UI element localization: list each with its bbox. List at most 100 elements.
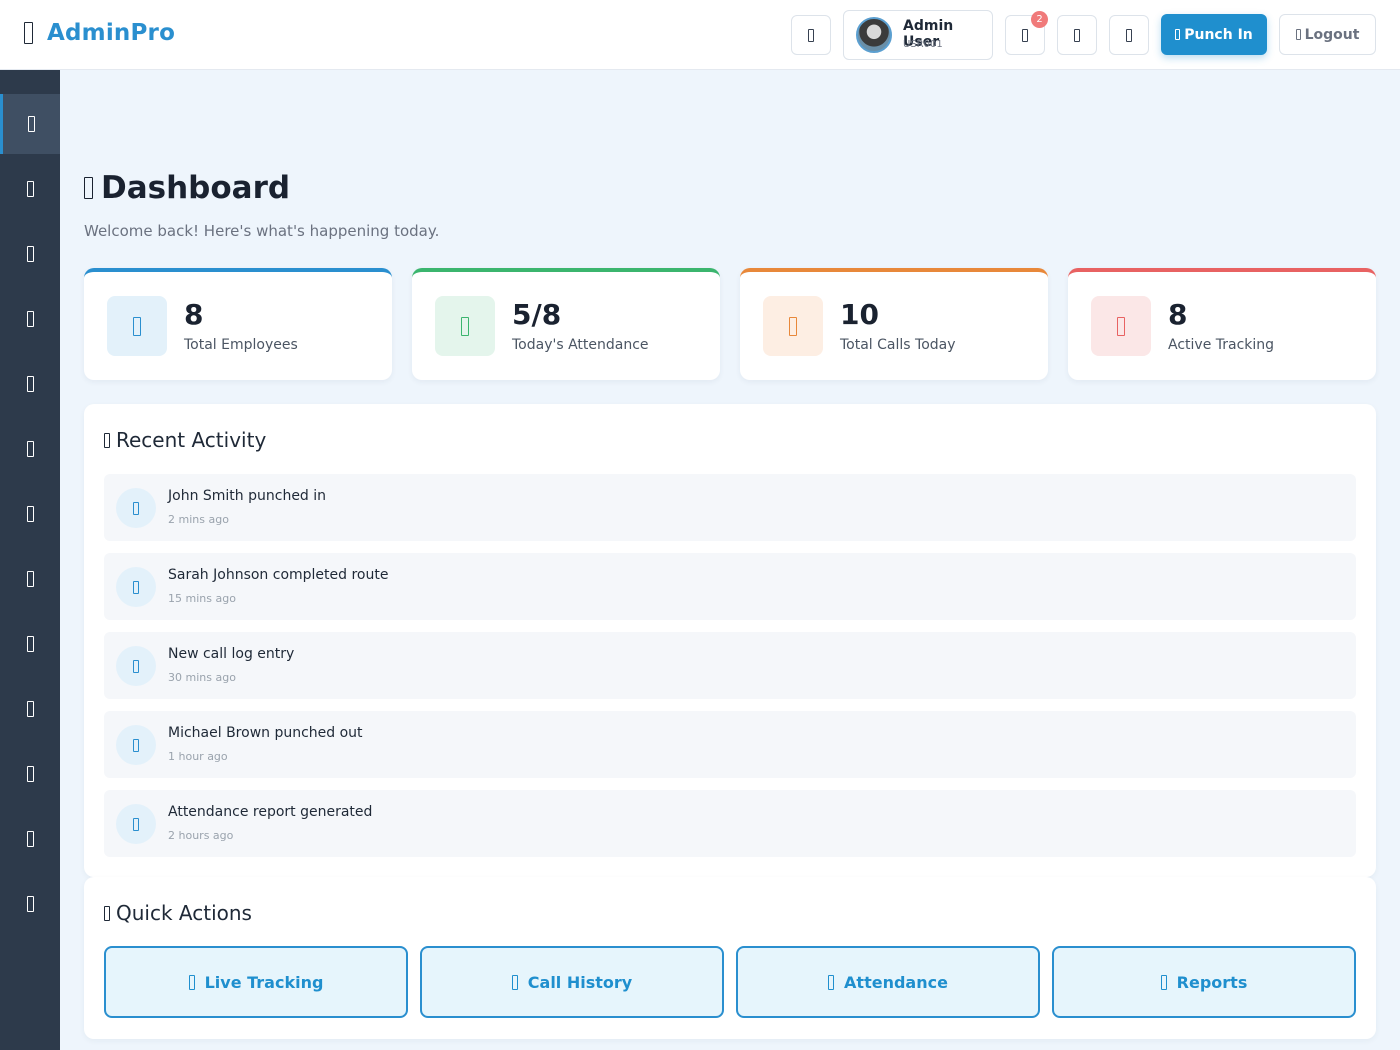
activity-time: 30 mins ago bbox=[168, 671, 236, 684]
dashboard-icon bbox=[28, 116, 35, 132]
stat-card-active-tracking[interactable]: 8 Active Tracking bbox=[1068, 268, 1376, 380]
logout-icon bbox=[1295, 29, 1301, 40]
activity-time: 2 hours ago bbox=[168, 829, 234, 842]
activity-icon bbox=[116, 804, 156, 844]
sidebar-item-settings[interactable] bbox=[0, 744, 60, 804]
recent-activity-title: Recent Activity bbox=[104, 428, 266, 452]
settings-icon bbox=[1126, 28, 1132, 42]
location-icon bbox=[1091, 296, 1151, 356]
phone-icon bbox=[511, 974, 518, 990]
help-icon bbox=[26, 896, 34, 912]
activity-icon bbox=[116, 488, 156, 528]
stat-value: 8 bbox=[1168, 298, 1188, 331]
settings-button[interactable] bbox=[1109, 15, 1149, 55]
phone-icon bbox=[763, 296, 823, 356]
phone-icon bbox=[26, 311, 34, 327]
sidebar-item-calendar[interactable] bbox=[0, 484, 60, 544]
activity-icon bbox=[116, 725, 156, 765]
punch-in-label: Punch In bbox=[1184, 26, 1253, 43]
messages-button[interactable] bbox=[1057, 15, 1097, 55]
stat-card-total-employees[interactable]: 8 Total Employees bbox=[84, 268, 392, 380]
activity-time: 2 mins ago bbox=[168, 513, 229, 526]
activity-item[interactable]: Attendance report generated 2 hours ago bbox=[104, 790, 1356, 857]
sidebar bbox=[0, 70, 60, 1050]
map-icon bbox=[26, 376, 34, 392]
sidebar-item-notifications[interactable] bbox=[0, 679, 60, 739]
bell-icon bbox=[26, 701, 34, 717]
calendar-check-icon bbox=[828, 974, 835, 990]
recent-activity-panel: Recent Activity John Smith punched in 2 … bbox=[84, 404, 1376, 877]
sidebar-item-documents[interactable] bbox=[0, 549, 60, 609]
page-title: Dashboard bbox=[84, 170, 290, 206]
check-icon bbox=[435, 296, 495, 356]
stat-label: Total Employees bbox=[184, 337, 298, 353]
stat-value: 5/8 bbox=[512, 298, 562, 331]
theme-toggle-button[interactable] bbox=[791, 15, 831, 55]
activity-text: John Smith punched in bbox=[168, 488, 327, 504]
activity-text: Sarah Johnson completed route bbox=[168, 567, 389, 583]
quick-action-call-history[interactable]: Call History bbox=[420, 946, 724, 1018]
activity-item[interactable]: New call log entry 30 mins ago bbox=[104, 632, 1356, 699]
quick-action-label: Attendance bbox=[844, 972, 948, 992]
sidebar-item-help[interactable] bbox=[0, 874, 60, 934]
route-icon bbox=[26, 441, 34, 457]
notifications-button[interactable]: 2 bbox=[1005, 11, 1048, 55]
quick-action-label: Reports bbox=[1176, 972, 1248, 992]
quick-action-live-tracking[interactable]: Live Tracking bbox=[104, 946, 408, 1018]
activity-text: Attendance report generated bbox=[168, 804, 373, 820]
quick-actions-title: Quick Actions bbox=[104, 901, 252, 925]
sidebar-item-dashboard[interactable] bbox=[0, 94, 60, 154]
page-subtitle: Welcome back! Here's what's happening to… bbox=[84, 222, 440, 240]
stat-label: Today's Attendance bbox=[512, 337, 649, 353]
chart-icon bbox=[1160, 974, 1167, 990]
quick-actions-panel: Quick Actions Live Tracking Call History… bbox=[84, 877, 1376, 1039]
avatar bbox=[856, 17, 892, 53]
stat-card-attendance[interactable]: 5/8 Today's Attendance bbox=[412, 268, 720, 380]
user-profile[interactable]: Admin User USR001 bbox=[843, 10, 993, 60]
activity-item[interactable]: John Smith punched in 2 mins ago bbox=[104, 474, 1356, 541]
activity-time: 15 mins ago bbox=[168, 592, 236, 605]
quick-action-label: Live Tracking bbox=[204, 972, 324, 992]
stat-label: Total Calls Today bbox=[840, 337, 956, 353]
quick-action-attendance[interactable]: Attendance bbox=[736, 946, 1040, 1018]
top-header: AdminPro Admin User USR001 2 Punch In Lo… bbox=[0, 0, 1400, 70]
stat-label: Active Tracking bbox=[1168, 337, 1275, 353]
stat-value: 10 bbox=[840, 298, 879, 331]
mail-icon bbox=[1074, 28, 1080, 42]
bell-icon bbox=[1022, 28, 1028, 42]
chart-icon bbox=[26, 636, 34, 652]
activity-icon bbox=[116, 646, 156, 686]
activity-icon bbox=[116, 567, 156, 607]
dashboard-icon bbox=[84, 177, 93, 199]
quick-actions-title-text: Quick Actions bbox=[116, 901, 252, 925]
calendar-icon bbox=[26, 506, 34, 522]
punch-in-button[interactable]: Punch In bbox=[1161, 14, 1267, 55]
fingerprint-icon bbox=[1175, 29, 1181, 40]
activity-text: Michael Brown punched out bbox=[168, 725, 363, 741]
activity-time: 1 hour ago bbox=[168, 750, 228, 763]
logout-button[interactable]: Logout bbox=[1279, 14, 1376, 55]
user-id: USR001 bbox=[903, 39, 943, 50]
location-icon bbox=[188, 974, 195, 990]
sidebar-item-calls[interactable] bbox=[0, 289, 60, 349]
brand-name: AdminPro bbox=[47, 20, 176, 46]
file-icon bbox=[26, 571, 34, 587]
recent-activity-title-text: Recent Activity bbox=[116, 428, 267, 452]
stat-card-total-calls[interactable]: 10 Total Calls Today bbox=[740, 268, 1048, 380]
quick-action-reports[interactable]: Reports bbox=[1052, 946, 1356, 1018]
quick-action-label: Call History bbox=[527, 972, 633, 992]
activity-item[interactable]: Sarah Johnson completed route 15 mins ag… bbox=[104, 553, 1356, 620]
sidebar-item-tracking[interactable] bbox=[0, 354, 60, 414]
stat-value: 8 bbox=[184, 298, 204, 331]
settings-icon bbox=[26, 766, 34, 782]
clock-icon bbox=[26, 246, 34, 262]
menu-icon[interactable] bbox=[24, 22, 33, 44]
sidebar-item-attendance[interactable] bbox=[0, 224, 60, 284]
sidebar-item-employees[interactable] bbox=[0, 159, 60, 219]
notification-badge: 2 bbox=[1031, 11, 1048, 28]
sidebar-item-reports[interactable] bbox=[0, 614, 60, 674]
sidebar-item-profile[interactable] bbox=[0, 809, 60, 869]
activity-item[interactable]: Michael Brown punched out 1 hour ago bbox=[104, 711, 1356, 778]
brand[interactable]: AdminPro bbox=[24, 20, 175, 46]
sidebar-item-routes[interactable] bbox=[0, 419, 60, 479]
